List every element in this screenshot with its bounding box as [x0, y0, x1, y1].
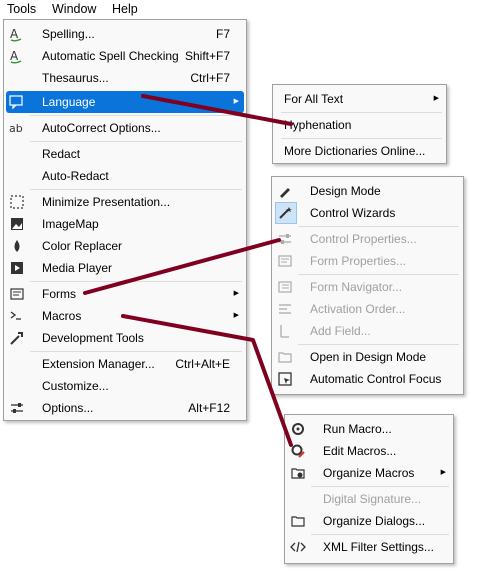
connector-lines — [83, 94, 293, 447]
connector-forms — [83, 238, 281, 295]
connector-macros — [121, 314, 293, 447]
connector-language — [141, 94, 293, 126]
